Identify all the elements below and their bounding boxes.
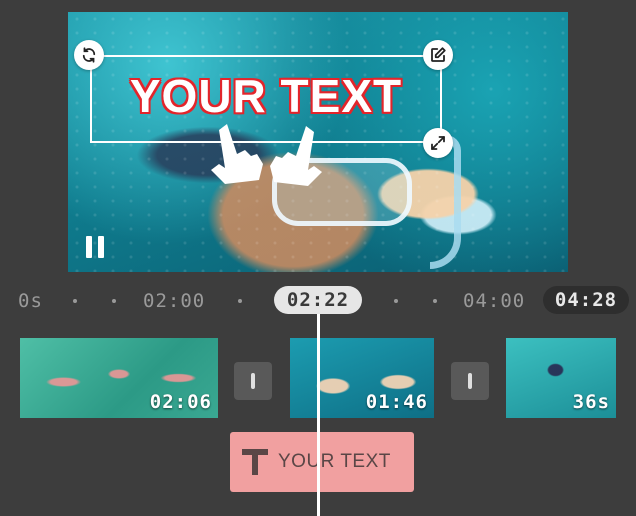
video-clip[interactable]: 36s (506, 338, 616, 418)
clip-duration: 01:46 (365, 391, 428, 413)
text-overlay-box[interactable]: YOUR TEXT (90, 55, 442, 143)
ruler-mark-label: 04:00 (463, 290, 526, 312)
ruler-start-label: 0s (18, 290, 43, 312)
ruler-tick (394, 299, 398, 303)
transition-icon[interactable] (451, 362, 489, 400)
video-clip[interactable]: 02:06 (20, 338, 218, 418)
pause-icon[interactable] (84, 236, 106, 258)
clip-duration: 02:06 (149, 391, 212, 413)
text-track-label: YOUR TEXT (278, 451, 391, 472)
text-icon (242, 449, 268, 475)
edit-icon[interactable] (423, 40, 453, 70)
transition-icon[interactable] (234, 362, 272, 400)
overlay-text[interactable]: YOUR TEXT (92, 69, 440, 123)
video-clip[interactable]: 01:46 (290, 338, 434, 418)
ruler-mark-label: 02:00 (143, 290, 206, 312)
clip-duration: 36s (572, 391, 610, 413)
text-track-item[interactable]: YOUR TEXT (230, 432, 414, 492)
ruler-tick (238, 299, 242, 303)
ruler-tick (112, 299, 116, 303)
ruler-tick (73, 299, 77, 303)
total-duration-badge: 04:28 (543, 286, 629, 314)
rotate-icon[interactable] (74, 40, 104, 70)
current-time-badge: 02:22 (274, 286, 362, 314)
resize-icon[interactable] (423, 128, 453, 158)
hand-pointer-icon (270, 126, 322, 186)
hand-pointer-icon (211, 124, 263, 184)
playhead[interactable] (317, 314, 320, 516)
ruler-tick (433, 299, 437, 303)
